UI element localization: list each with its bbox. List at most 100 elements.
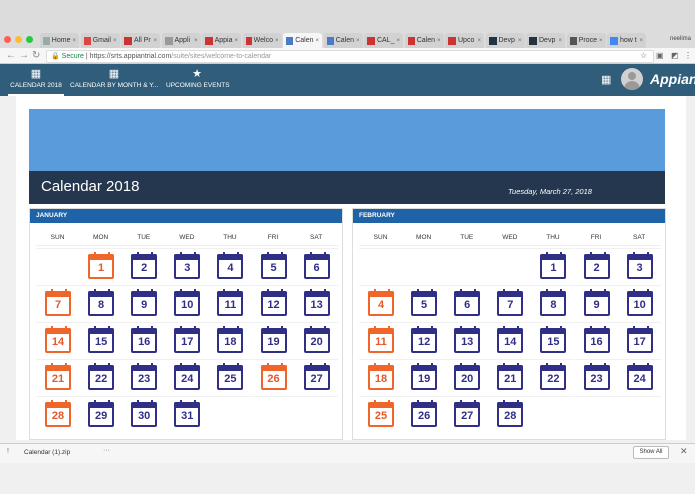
forward-arrow-icon[interactable]: → (19, 50, 29, 62)
calendar-day-icon[interactable]: 6 (454, 289, 481, 316)
calendar-day-icon[interactable]: 24 (174, 363, 201, 390)
tab-upcoming-events[interactable]: ★ UPCOMING EVENTS (166, 64, 230, 96)
close-tab-icon[interactable]: × (396, 38, 400, 44)
close-tab-icon[interactable]: × (275, 38, 279, 44)
calendar-day-icon[interactable]: 18 (217, 326, 244, 353)
calendar-day-icon[interactable]: 22 (88, 363, 115, 390)
calendar-day-icon[interactable]: 7 (45, 289, 71, 316)
maximize-window-icon[interactable] (26, 36, 33, 43)
browser-tab[interactable]: Gmail × (80, 33, 120, 48)
calendar-day-icon[interactable]: 14 (497, 326, 524, 353)
browser-menu-icon[interactable]: ⋮ (684, 51, 692, 60)
close-window-icon[interactable] (4, 36, 11, 43)
close-tab-icon[interactable]: × (558, 38, 562, 44)
calendar-day-icon[interactable]: 8 (540, 289, 567, 316)
calendar-day-icon[interactable]: 22 (540, 363, 567, 390)
calendar-day-icon[interactable]: 20 (454, 363, 481, 390)
calendar-day-icon[interactable]: 16 (583, 326, 610, 353)
close-icon[interactable]: ✕ (680, 446, 688, 457)
calendar-day-icon[interactable]: 1 (540, 252, 567, 279)
browser-tab[interactable]: Home × (40, 33, 79, 48)
browser-tab[interactable]: Appia × (202, 33, 241, 48)
calendar-day-icon[interactable]: 1 (88, 252, 115, 279)
calendar-day-icon[interactable]: 20 (303, 326, 330, 353)
calendar-day-icon[interactable]: 25 (217, 363, 244, 390)
calendar-day-icon[interactable]: 26 (260, 363, 287, 390)
close-tab-icon[interactable]: × (234, 38, 238, 44)
calendar-day-icon[interactable]: 10 (626, 289, 653, 316)
calendar-day-icon[interactable]: 21 (45, 363, 71, 390)
calendar-day-icon[interactable]: 27 (454, 400, 481, 427)
extension-icon[interactable]: ▣ (656, 51, 664, 60)
close-tab-icon[interactable]: × (194, 38, 198, 44)
calendar-day-icon[interactable]: 9 (131, 289, 158, 316)
calendar-day-icon[interactable]: 15 (540, 326, 567, 353)
calendar-day-icon[interactable]: 4 (217, 252, 244, 279)
calendar-day-icon[interactable]: 6 (303, 252, 330, 279)
url-input[interactable]: 🔒 Secure | https://srts.appiantrial.com/… (46, 50, 654, 63)
calendar-day-icon[interactable]: 5 (411, 289, 438, 316)
calendar-day-icon[interactable]: 12 (411, 326, 438, 353)
browser-tab[interactable]: Upco × (445, 33, 484, 48)
calendar-day-icon[interactable]: 17 (174, 326, 201, 353)
minimize-window-icon[interactable] (15, 36, 22, 43)
close-tab-icon[interactable]: × (72, 38, 76, 44)
calendar-day-icon[interactable]: 3 (174, 252, 201, 279)
calendar-day-icon[interactable]: 10 (174, 289, 201, 316)
download-file-name[interactable]: Calendar (1).zip (24, 449, 70, 456)
calendar-day-icon[interactable]: 27 (303, 363, 330, 390)
close-tab-icon[interactable]: × (315, 38, 319, 44)
calendar-day-icon[interactable]: 14 (45, 326, 71, 353)
browser-tab[interactable]: Devp × (526, 33, 565, 48)
tab-calendar-2018[interactable]: ▦ CALENDAR 2018 (8, 64, 64, 96)
show-all-button[interactable]: Show All (633, 446, 669, 459)
browser-tab[interactable]: Appli × (161, 33, 201, 48)
calendar-day-icon[interactable]: 26 (411, 400, 438, 427)
close-tab-icon[interactable]: × (477, 38, 481, 44)
browser-tab[interactable]: Calen × (404, 33, 444, 48)
calendar-day-icon[interactable]: 23 (131, 363, 158, 390)
calendar-day-icon[interactable]: 11 (217, 289, 244, 316)
more-options-icon[interactable]: ··· (103, 447, 110, 454)
close-tab-icon[interactable]: × (518, 38, 522, 44)
calendar-day-icon[interactable]: 15 (88, 326, 115, 353)
browser-tab[interactable]: Proce × (566, 33, 606, 48)
close-tab-icon[interactable]: × (356, 38, 360, 44)
browser-tab[interactable]: how t × (607, 33, 646, 48)
calendar-day-icon[interactable]: 19 (260, 326, 287, 353)
calendar-day-icon[interactable]: 13 (303, 289, 330, 316)
calendar-day-icon[interactable]: 11 (368, 326, 394, 353)
close-tab-icon[interactable]: × (599, 38, 603, 44)
browser-tab[interactable]: Calen × (283, 33, 322, 48)
calendar-day-icon[interactable]: 8 (88, 289, 115, 316)
tab-calendar-by-month[interactable]: ▦ CALENDAR BY MONTH & Y... (70, 64, 158, 96)
browser-tab[interactable]: Devp × (485, 33, 525, 48)
calendar-day-icon[interactable]: 23 (583, 363, 610, 390)
calendar-day-icon[interactable]: 25 (368, 400, 394, 427)
calendar-day-icon[interactable]: 7 (497, 289, 524, 316)
bookmark-star-icon[interactable]: ☆ (640, 51, 647, 60)
calendar-day-icon[interactable]: 30 (131, 400, 158, 427)
calendar-day-icon[interactable]: 17 (626, 326, 653, 353)
close-tab-icon[interactable]: × (153, 38, 157, 44)
calendar-day-icon[interactable]: 4 (368, 289, 394, 316)
calendar-day-icon[interactable]: 16 (131, 326, 158, 353)
browser-tab[interactable]: Calen × (323, 33, 363, 48)
calendar-day-icon[interactable]: 2 (131, 252, 158, 279)
calendar-day-icon[interactable]: 12 (260, 289, 287, 316)
extension-icon[interactable]: ◩ (671, 51, 679, 60)
calendar-day-icon[interactable]: 19 (411, 363, 438, 390)
apps-grid-icon[interactable]: ▦ (601, 73, 611, 86)
calendar-day-icon[interactable]: 13 (454, 326, 481, 353)
close-tab-icon[interactable]: × (113, 38, 117, 44)
calendar-day-icon[interactable]: 29 (88, 400, 115, 427)
close-tab-icon[interactable]: × (639, 38, 643, 44)
calendar-day-icon[interactable]: 28 (497, 400, 524, 427)
back-arrow-icon[interactable]: ← (6, 50, 16, 62)
calendar-day-icon[interactable]: 24 (626, 363, 653, 390)
reload-icon[interactable]: ↻ (32, 50, 40, 62)
calendar-day-icon[interactable]: 2 (583, 252, 610, 279)
calendar-day-icon[interactable]: 21 (497, 363, 524, 390)
calendar-day-icon[interactable]: 28 (45, 400, 71, 427)
browser-tab[interactable]: All Pr × (121, 33, 160, 48)
